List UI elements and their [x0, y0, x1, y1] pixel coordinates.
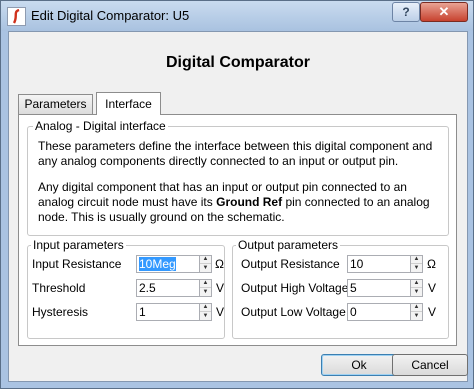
output-resistance-spinner[interactable]: ▲ ▼ — [410, 255, 423, 273]
output-resistance-field[interactable]: 10 — [347, 255, 411, 273]
output-resistance-label: Output Resistance — [241, 257, 340, 271]
page-title: Digital Comparator — [165, 54, 310, 71]
app-logo-icon — [7, 7, 26, 26]
tab-parameters[interactable]: Parameters — [18, 94, 93, 114]
dialog-client-area: Digital Comparator Parameters Interface … — [8, 31, 468, 382]
threshold-field[interactable]: 2.5 — [136, 279, 200, 297]
input-parameters-group: Input parameters Input Resistance 10Meg … — [27, 238, 225, 339]
output-high-voltage-spinner[interactable]: ▲ ▼ — [410, 279, 423, 297]
tab-interface[interactable]: Interface — [96, 92, 161, 115]
window-title: Edit Digital Comparator: U5 — [31, 8, 190, 23]
spin-up-icon[interactable]: ▲ — [200, 280, 211, 288]
description-paragraph: These parameters define the interface be… — [38, 139, 433, 168]
ok-button[interactable]: Ok — [321, 354, 397, 376]
spin-down-icon[interactable]: ▼ — [200, 288, 211, 296]
output-parameters-group: Output parameters Output Resistance 10 ▲… — [232, 238, 449, 339]
spin-down-icon[interactable]: ▼ — [411, 312, 422, 320]
unit-label: V — [428, 281, 437, 295]
spin-down-icon[interactable]: ▼ — [411, 264, 422, 272]
unit-label: Ω — [215, 257, 224, 271]
title-bar[interactable]: Edit Digital Comparator: U5 ? ✕ — [1, 1, 473, 31]
output-high-voltage-field[interactable]: 5 — [347, 279, 411, 297]
spin-down-icon[interactable]: ▼ — [200, 264, 211, 272]
cancel-button[interactable]: Cancel — [392, 354, 468, 376]
spin-up-icon[interactable]: ▲ — [411, 280, 422, 288]
input-resistance-field[interactable]: 10Meg — [136, 255, 200, 273]
output-high-voltage-label: Output High Voltage — [241, 281, 349, 295]
group-title: Input parameters — [31, 238, 126, 252]
threshold-label: Threshold — [32, 281, 86, 295]
unit-label: V — [216, 305, 225, 319]
unit-label: V — [216, 281, 225, 295]
spin-down-icon[interactable]: ▼ — [200, 312, 211, 320]
group-title: Analog - Digital interface — [33, 119, 168, 133]
threshold-spinner[interactable]: ▲ ▼ — [199, 279, 212, 297]
spin-down-icon[interactable]: ▼ — [411, 288, 422, 296]
tab-panel-interface: Analog - Digital interface These paramet… — [18, 114, 457, 346]
input-resistance-spinner[interactable]: ▲ ▼ — [199, 255, 212, 273]
spin-up-icon[interactable]: ▲ — [411, 304, 422, 312]
close-button[interactable]: ✕ — [420, 2, 468, 22]
output-low-voltage-label: Output Low Voltage — [241, 305, 346, 319]
group-title: Output parameters — [236, 238, 341, 252]
hysteresis-spinner[interactable]: ▲ ▼ — [199, 303, 212, 321]
ground-ref-emphasis: Ground Ref — [216, 195, 283, 209]
help-button[interactable]: ? — [392, 2, 420, 22]
spin-up-icon[interactable]: ▲ — [200, 256, 211, 264]
input-resistance-label: Input Resistance — [32, 257, 122, 271]
ground-ref-paragraph: Any digital component that has an input … — [38, 180, 443, 225]
unit-label: Ω — [427, 257, 436, 271]
unit-label: V — [428, 305, 437, 319]
dialog-window: Edit Digital Comparator: U5 ? ✕ Digital … — [0, 0, 474, 389]
hysteresis-field[interactable]: 1 — [136, 303, 200, 321]
field-value: 10Meg — [139, 257, 176, 271]
hysteresis-label: Hysteresis — [32, 305, 89, 319]
spin-up-icon[interactable]: ▲ — [411, 256, 422, 264]
spin-up-icon[interactable]: ▲ — [200, 304, 211, 312]
output-low-voltage-field[interactable]: 0 — [347, 303, 411, 321]
analog-digital-group: Analog - Digital interface These paramet… — [27, 119, 449, 236]
output-low-voltage-spinner[interactable]: ▲ ▼ — [410, 303, 423, 321]
